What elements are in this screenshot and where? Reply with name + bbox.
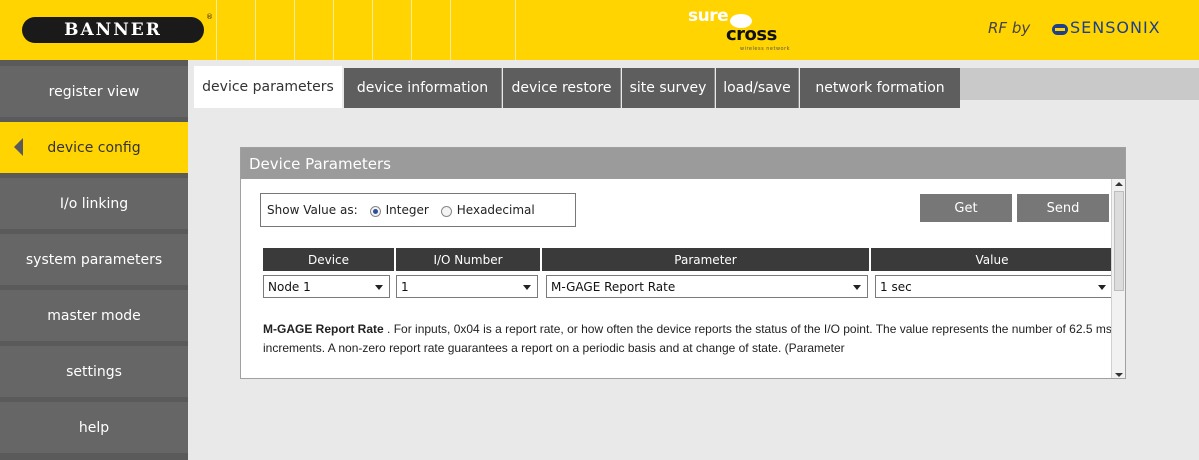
tab-label: load/save <box>723 80 791 96</box>
tab-site-survey[interactable]: site survey <box>622 68 715 108</box>
header-divider <box>255 0 294 60</box>
sidebar-item-label: I/o linking <box>59 195 129 212</box>
tab-load-save[interactable]: load/save <box>716 68 799 108</box>
column-header-device: Device <box>263 248 396 271</box>
sidebar: register view device config I/o linking … <box>0 60 188 460</box>
get-button[interactable]: Get <box>920 194 1012 222</box>
sidebar-item-label: help <box>78 419 110 436</box>
chevron-down-icon <box>375 285 383 290</box>
tab-label: device information <box>356 80 489 96</box>
tab-label: device restore <box>511 80 612 96</box>
device-select-value: Node 1 <box>268 279 311 294</box>
device-parameters-panel: Device Parameters Show Value as: Integer… <box>240 147 1126 379</box>
tab-label: site survey <box>629 80 707 96</box>
integer-radio[interactable] <box>369 205 381 217</box>
surecross-logo-bottom: cross <box>726 24 777 45</box>
banner-logo: BANNER <box>22 17 204 43</box>
active-pointer-icon <box>14 138 23 156</box>
parameter-select[interactable]: M-GAGE Report Rate <box>546 275 868 298</box>
column-header-parameter: Parameter <box>542 248 871 271</box>
value-select-value: 1 sec <box>880 279 912 294</box>
header-divider <box>294 0 333 60</box>
tab-label: device parameters <box>202 79 334 95</box>
sidebar-item-system-parameters[interactable]: system parameters <box>0 234 188 285</box>
main-content: device parameters device information dev… <box>188 60 1199 460</box>
panel-scrollbar[interactable] <box>1111 179 1125 378</box>
banner-logo-text: BANNER <box>64 20 162 40</box>
parameter-description: M-GAGE Report Rate . For inputs, 0x04 is… <box>263 320 1113 358</box>
parameter-select-value: M-GAGE Report Rate <box>551 279 676 294</box>
rf-by-label: RF by <box>988 19 1031 37</box>
show-value-as-group: Show Value as: Integer Hexadecimal <box>260 193 576 227</box>
hexadecimal-label[interactable]: Hexadecimal <box>457 203 535 217</box>
chevron-down-icon <box>523 285 531 290</box>
tabbar-filler <box>960 68 1199 100</box>
tab-network-formation[interactable]: network formation <box>800 68 960 108</box>
send-button[interactable]: Send <box>1017 194 1109 222</box>
value-select[interactable]: 1 sec <box>875 275 1113 298</box>
sidebar-item-label: master mode <box>47 307 141 324</box>
surecross-tagline: wireless network <box>740 46 791 52</box>
sidebar-item-label: settings <box>66 363 122 380</box>
scroll-thumb[interactable] <box>1114 191 1124 291</box>
chevron-down-icon <box>1098 285 1106 290</box>
header-divider <box>216 0 255 60</box>
description-text: . For inputs, 0x04 is a report rate, or … <box>263 322 1112 355</box>
header-divider <box>411 0 450 60</box>
sidebar-item-label: register view <box>48 83 140 100</box>
show-value-label: Show Value as: <box>267 203 358 217</box>
header-divider <box>333 0 372 60</box>
column-header-value: Value <box>871 248 1113 271</box>
header-divider <box>450 0 489 60</box>
tab-device-restore[interactable]: device restore <box>503 68 621 108</box>
chevron-down-icon <box>853 285 861 290</box>
tab-device-parameters[interactable]: device parameters <box>194 66 342 108</box>
scroll-up-icon[interactable] <box>1115 182 1123 186</box>
sidebar-item-device-config[interactable]: device config <box>0 122 188 173</box>
device-select[interactable]: Node 1 <box>263 275 390 298</box>
panel-title: Device Parameters <box>241 148 1125 179</box>
column-header-io-number: I/O Number <box>396 248 542 271</box>
sidebar-item-register-view[interactable]: register view <box>0 66 188 117</box>
sidebar-item-label: device config <box>47 139 141 156</box>
scroll-down-icon[interactable] <box>1115 373 1123 377</box>
grid-header-row: Device I/O Number Parameter Value <box>263 248 1113 271</box>
sidebar-item-settings[interactable]: settings <box>0 346 188 397</box>
integer-label[interactable]: Integer <box>386 203 429 217</box>
sidebar-item-label: system parameters <box>25 251 163 268</box>
sidebar-item-master-mode[interactable]: master mode <box>0 290 188 341</box>
header-divider <box>372 0 411 60</box>
description-title: M-GAGE Report Rate <box>263 322 384 336</box>
header-divider <box>515 0 555 60</box>
app-header: BANNER ® sure cross wireless network RF … <box>0 0 1199 60</box>
registered-mark: ® <box>206 13 213 21</box>
sidebar-item-io-linking[interactable]: I/o linking <box>0 178 188 229</box>
tab-label: network formation <box>815 80 945 96</box>
tab-device-information[interactable]: device information <box>344 68 502 108</box>
sidebar-item-help[interactable]: help <box>0 402 188 453</box>
sensonix-logo-text: SENSONIX <box>1070 18 1161 37</box>
hexadecimal-radio[interactable] <box>440 205 452 217</box>
sensonix-logo-icon <box>1052 24 1068 35</box>
surecross-logo-top: sure <box>688 6 729 26</box>
io-number-select[interactable]: 1 <box>396 275 538 298</box>
io-number-select-value: 1 <box>401 279 409 294</box>
